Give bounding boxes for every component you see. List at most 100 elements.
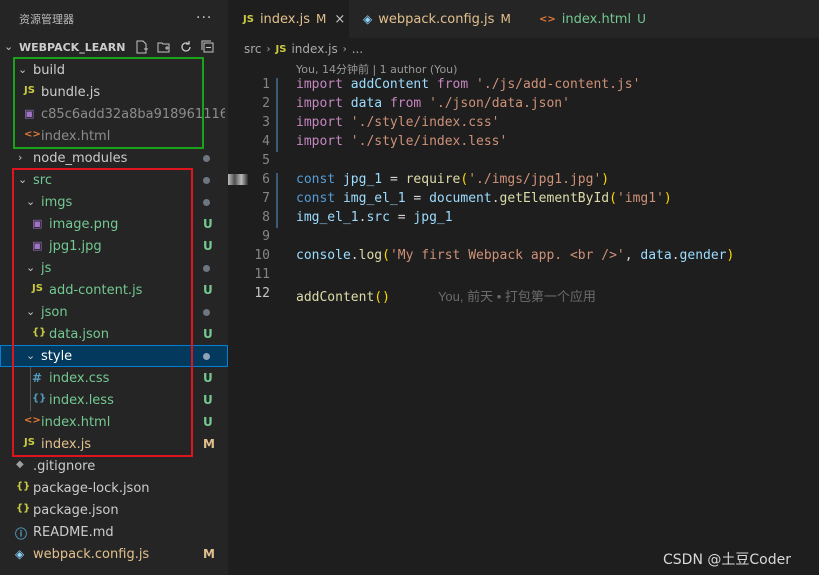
git-status-badge: U (203, 393, 213, 407)
gutter-change-marker (276, 78, 278, 152)
line-number: 9 (262, 229, 270, 244)
code-token: ) (726, 248, 735, 263)
code-token: 'My first Webpack app. <br />' (389, 248, 625, 263)
code-token: ( (609, 191, 617, 206)
tree-item-label: package.json (33, 503, 119, 518)
collapse-all-icon[interactable] (200, 39, 216, 55)
tab-status: M (316, 12, 327, 26)
js-file-icon: JS (243, 13, 254, 25)
webpack-file-icon: ◈ (363, 12, 373, 26)
breadcrumb-item[interactable]: index.js (291, 42, 337, 56)
code-line-4: import './style/index.less' (296, 134, 507, 149)
refresh-icon[interactable] (178, 39, 194, 55)
explorer-title: 资源管理器 (19, 13, 74, 26)
code-token: const (296, 191, 336, 206)
code-token: './imgs/jpg1.jpg' (468, 172, 602, 187)
json-file-icon: {} (16, 503, 31, 514)
chevron-down-icon[interactable]: ⌄ (4, 40, 13, 53)
explorer-header: 资源管理器 ··· (0, 0, 228, 38)
code-token: import (296, 96, 343, 111)
chevron-right-icon: › (266, 43, 271, 55)
folder-status-dot (203, 199, 210, 206)
new-file-icon[interactable] (134, 39, 150, 55)
inline-blame: You, 前天 • 打包第一个应用 (437, 289, 596, 304)
code-token: . (671, 248, 680, 263)
json-file-icon: {} (16, 481, 31, 492)
chevron-right-icon: › (18, 151, 23, 164)
line-number: 6 (262, 172, 270, 187)
more-actions-icon[interactable]: ··· (196, 10, 212, 26)
code-token: = (389, 172, 398, 187)
code-line-3: import './style/index.css' (296, 115, 500, 130)
code-token: from (436, 77, 469, 92)
tab-index-html[interactable]: <> index.html U (525, 0, 665, 38)
code-token: addContent (350, 77, 430, 92)
git-status-badge: M (203, 547, 215, 561)
code-token: import (296, 115, 343, 130)
tree-folder-node-modules[interactable]: › node_modules (0, 147, 228, 169)
line-number: 12 (254, 286, 270, 301)
code-token: gender (679, 248, 727, 263)
tree-file-gitignore[interactable]: ◆ .gitignore (0, 455, 228, 477)
code-token: log (358, 248, 383, 263)
code-token: console (296, 248, 351, 263)
tree-file-webpack-config-js[interactable]: ◈ webpack.config.js M (0, 543, 228, 565)
code-token: ) (663, 191, 672, 206)
code-token: ( (382, 248, 390, 263)
line-number: 11 (254, 267, 270, 282)
project-header[interactable]: ⌄ WEBPACK_LEARN (0, 38, 228, 58)
git-status-badge: U (203, 217, 213, 231)
highlight-box-src (12, 168, 193, 457)
line-number: 4 (262, 134, 270, 149)
code-token: img_el_1 (296, 210, 359, 225)
git-status-badge: U (203, 371, 213, 385)
line-number: 2 (262, 96, 270, 111)
code-token: './js/add-content.js' (476, 77, 641, 92)
project-title: WEBPACK_LEARN (19, 41, 126, 54)
code-line-12: addContent() You, 前天 • 打包第一个应用 (296, 286, 596, 305)
tree-file-readme-md[interactable]: ⓘ README.md (0, 521, 228, 543)
folder-status-dot (203, 265, 210, 272)
tab-status: U (637, 12, 646, 26)
code-token: , (624, 248, 633, 263)
code-token: . (350, 248, 359, 263)
code-token: './style/index.less' (350, 134, 508, 149)
line-number: 3 (262, 115, 270, 130)
code-token: from (389, 96, 422, 111)
code-token: . (491, 191, 500, 206)
tab-label: index.js (259, 11, 311, 27)
close-icon[interactable]: × (334, 12, 345, 27)
new-folder-icon[interactable] (156, 39, 172, 55)
breadcrumb-item[interactable]: src (244, 42, 262, 56)
codelens-blame[interactable]: You, 14分钟前 | 1 author (You) (296, 61, 457, 77)
breadcrumb-item[interactable]: ... (352, 42, 363, 56)
folder-status-dot (203, 177, 210, 184)
folder-status-dot (203, 353, 210, 360)
tree-file-package-json[interactable]: {} package.json (0, 499, 228, 521)
code-token: './json/data.json' (429, 96, 570, 111)
tab-index-js[interactable]: JS index.js M × (228, 0, 349, 38)
code-line-6: const jpg_1 = require('./imgs/jpg1.jpg') (296, 172, 609, 187)
tab-label: webpack.config.js (378, 11, 495, 27)
editor-tab-bar: JS index.js M × ◈ webpack.config.js M <>… (228, 0, 819, 38)
line-number: 1 (262, 77, 270, 92)
code-token: document (429, 191, 492, 206)
line-number: 5 (262, 153, 270, 168)
tree-file-package-lock-json[interactable]: {} package-lock.json (0, 477, 228, 499)
code-token: addContent (296, 290, 375, 305)
js-file-icon: JS (275, 43, 287, 55)
code-line-1: import addContent from './js/add-content… (296, 77, 640, 92)
tab-webpack-config-js[interactable]: ◈ webpack.config.js M (349, 0, 525, 38)
code-token: src (366, 210, 390, 225)
tree-item-label: README.md (33, 525, 114, 540)
code-line-7: const img_el_1 = document.getElementById… (296, 191, 672, 206)
html-file-icon: <> (539, 13, 556, 25)
git-status-badge: U (203, 415, 213, 429)
tree-item-label: package-lock.json (33, 481, 150, 496)
code-token: import (296, 77, 343, 92)
line-number: 8 (262, 210, 270, 225)
tab-status: M (500, 12, 511, 26)
tree-item-label: .gitignore (33, 459, 96, 474)
tree-item-label: webpack.config.js (33, 547, 150, 562)
code-token: = (397, 210, 406, 225)
